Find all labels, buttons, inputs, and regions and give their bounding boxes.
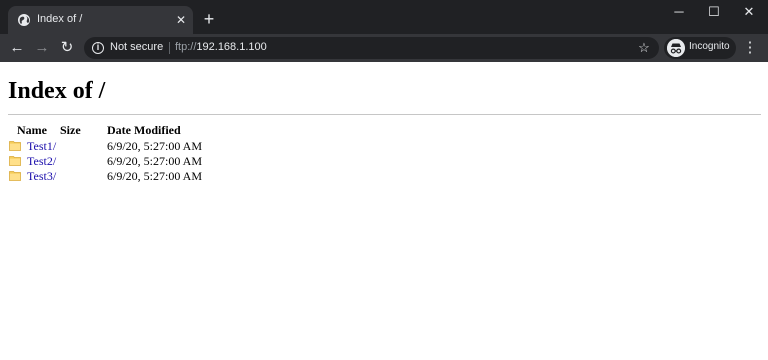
entry-link[interactable]: Test2/: [27, 154, 56, 169]
page-title: Index of /: [8, 78, 106, 104]
directory-row: Test2/ 6/9/20, 5:27:00 AM: [0, 154, 260, 169]
forward-button[interactable]: →: [32, 38, 52, 58]
directory-row: Test1/ 6/9/20, 5:27:00 AM: [0, 139, 260, 154]
tab-index[interactable]: Index of / ✕: [8, 6, 193, 34]
entry-date: 6/9/20, 5:27:00 AM: [107, 154, 203, 168]
entry-date: 6/9/20, 5:27:00 AM: [107, 139, 203, 153]
minimize-button[interactable]: ─: [662, 2, 696, 22]
directory-row: Test3/ 6/9/20, 5:27:00 AM: [0, 169, 260, 184]
new-tab-button[interactable]: +: [200, 10, 218, 28]
column-header-name[interactable]: Name: [17, 123, 47, 138]
tab-title: Index of /: [37, 13, 83, 25]
info-icon[interactable]: i: [92, 42, 104, 54]
url-text[interactable]: ftp://192.168.1.100: [175, 41, 267, 53]
column-header-date[interactable]: Date Modified: [107, 123, 181, 138]
incognito-indicator[interactable]: Incognito: [664, 37, 736, 59]
security-status[interactable]: Not secure: [110, 41, 163, 53]
url-scheme: ftp://: [175, 41, 197, 53]
column-header-size[interactable]: Size: [60, 123, 81, 138]
address-bar[interactable]: i Not secure ftp://192.168.1.100 ☆: [84, 37, 659, 59]
tab-close-icon[interactable]: ✕: [174, 13, 188, 27]
browser-menu-button[interactable]: ⋮: [742, 38, 758, 58]
bookmark-star-icon[interactable]: ☆: [636, 39, 652, 55]
close-window-button[interactable]: ✕: [732, 2, 766, 22]
folder-icon: [9, 141, 21, 151]
browser-toolbar: ← → ↻ i Not secure ftp://192.168.1.100 ☆…: [0, 34, 768, 62]
entry-link[interactable]: Test1/: [27, 139, 56, 154]
incognito-label: Incognito: [689, 41, 730, 52]
incognito-icon: [667, 39, 685, 57]
title-bar: Index of / ✕ + ─ ☐ ✕: [0, 0, 768, 34]
heading-divider: [8, 114, 761, 115]
folder-icon: [9, 171, 21, 181]
entry-link[interactable]: Test3/: [27, 169, 56, 184]
globe-icon: [18, 14, 30, 26]
page-content: Index of / Name Size Date Modified Test1…: [0, 62, 768, 360]
maximize-button[interactable]: ☐: [697, 2, 731, 22]
folder-icon: [9, 156, 21, 166]
entry-date: 6/9/20, 5:27:00 AM: [107, 169, 203, 183]
omnibox-divider: [169, 42, 170, 54]
url-host: 192.168.1.100: [196, 41, 267, 53]
back-button[interactable]: ←: [7, 38, 27, 58]
reload-button[interactable]: ↻: [57, 38, 77, 58]
